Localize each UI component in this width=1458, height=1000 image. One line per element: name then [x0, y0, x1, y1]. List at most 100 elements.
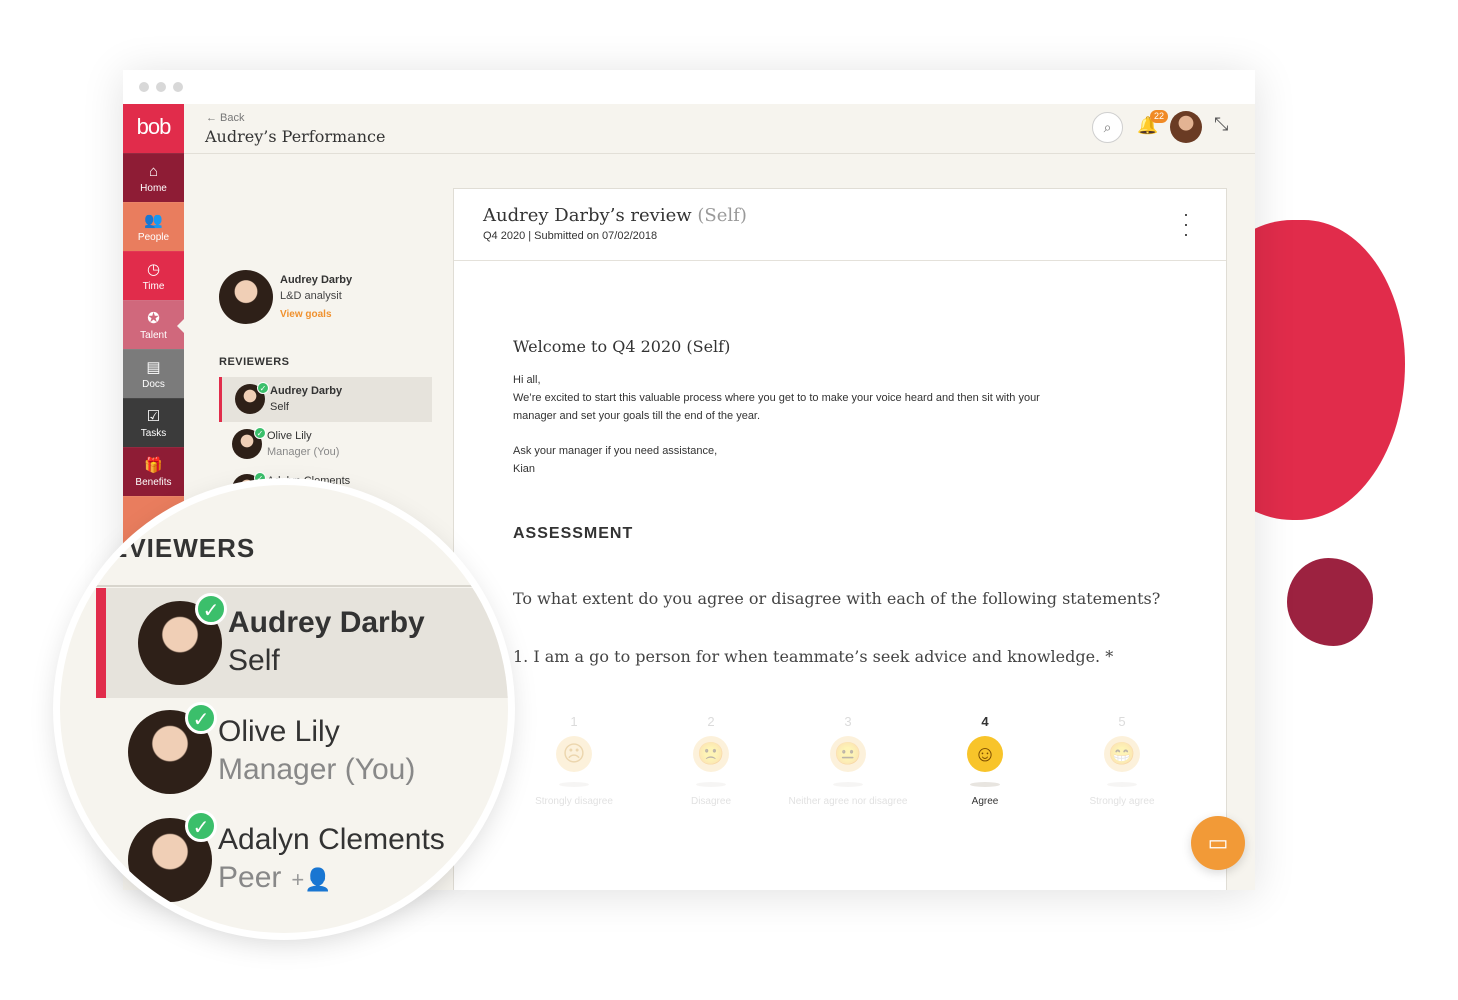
decorative-blob-small	[1287, 558, 1373, 646]
rating-number: 5	[1118, 714, 1126, 729]
page-title: Audrey’s Performance	[205, 127, 386, 146]
add-person-icon[interactable]: +👤	[291, 867, 331, 892]
rating-option[interactable]: 1 ☹ Strongly disagree	[514, 714, 634, 808]
profile-avatar	[219, 270, 273, 324]
assessment-question: To what extent do you agree or disagree …	[513, 589, 1161, 608]
check-icon: ✓	[195, 593, 227, 625]
nav-item-label: Talent	[140, 330, 167, 341]
nav-item-time[interactable]: ◷ Time	[123, 251, 184, 300]
chat-icon[interactable]: ▭	[1191, 816, 1245, 870]
profile-name: Audrey Darby	[280, 274, 353, 286]
check-icon: ✓	[254, 472, 266, 484]
nav-item-docs[interactable]: ▤ Docs	[123, 349, 184, 398]
reviewer-name: Audrey Darby	[270, 385, 343, 397]
rating-label: Strongly disagree	[535, 796, 613, 807]
intro-greeting: Hi all,	[513, 374, 541, 386]
review-subtitle: Q4 2020 | Submitted on 07/02/2018	[483, 230, 658, 242]
view-goals-link[interactable]: View goals	[280, 309, 332, 320]
docs-icon: ▤	[146, 359, 161, 376]
intro-line: We’re excited to start this valuable pro…	[513, 392, 1040, 404]
rating-label: Agree	[971, 796, 999, 807]
window-dot[interactable]	[173, 82, 183, 92]
reviewer-role-text: Peer	[218, 861, 282, 894]
magnified-reviewer-row[interactable]: ✓ Adalyn Clements Peer +👤	[96, 805, 508, 915]
window-dot[interactable]	[139, 82, 149, 92]
rating-number: 3	[844, 714, 852, 729]
bob-logo[interactable]: bob	[123, 104, 184, 153]
rating-label: Disagree	[690, 796, 732, 807]
intro-line: Ask your manager if you need assistance,	[513, 445, 718, 457]
magnified-reviewers-heading: EVIEWERS	[110, 533, 256, 563]
face-shadow	[559, 782, 589, 787]
nav-item-talent[interactable]: ✪ Talent	[123, 300, 185, 349]
nav-item-home[interactable]: ⌂ Home	[123, 153, 184, 202]
clock-icon: ◷	[146, 261, 161, 278]
intro-signature: Kian	[513, 463, 536, 475]
divider	[95, 585, 508, 587]
search-icon[interactable]: ⌕	[1092, 112, 1123, 143]
sad-face-icon: 🙁	[693, 736, 729, 772]
review-card-header: Audrey Darby’s review (Self) Q4 2020 | S…	[454, 189, 1226, 261]
window-dot[interactable]	[156, 82, 166, 92]
collapse-icon[interactable]: ⤡	[1214, 114, 1228, 135]
nav-item-tasks[interactable]: ☑ Tasks	[123, 398, 184, 447]
rating-option-selected[interactable]: 4 ☺ Agree	[925, 714, 1045, 808]
reviewer-name: Olive Lily	[218, 715, 340, 748]
rating-option[interactable]: 2 🙁 Disagree	[651, 714, 771, 808]
profile-role: L&D analysit	[280, 290, 342, 302]
magnified-reviewer-row[interactable]: ✓ Audrey Darby Self	[96, 588, 508, 698]
people-icon: 👥	[144, 212, 163, 229]
reviewer-row[interactable]: ✓ Audrey Darby Self	[219, 377, 432, 422]
reviewer-role: Manager (You)	[218, 753, 416, 786]
nav-item-benefits[interactable]: 🎁 Benefits	[123, 447, 184, 496]
gift-icon: 🎁	[144, 457, 163, 474]
reviewer-row[interactable]: ✓ Olive Lily Manager (You)	[219, 422, 432, 467]
home-icon: ⌂	[148, 163, 159, 180]
reviewer-name: Audrey Darby	[228, 606, 425, 639]
nav-item-label: Home	[140, 183, 167, 194]
check-icon: ✓	[185, 810, 217, 842]
reviewer-name: Adalyn Clements	[218, 823, 445, 856]
check-icon: ✓	[185, 702, 217, 734]
rating-option[interactable]: 5 😁 Strongly agree	[1062, 714, 1182, 808]
review-card: Audrey Darby’s review (Self) Q4 2020 | S…	[453, 188, 1227, 890]
rating-scale: 1 ☹ Strongly disagree 2 🙁 Disagree 3 😐 N…	[514, 714, 1204, 834]
rating-label: Neither agree nor disagree	[788, 796, 908, 807]
nav-item-label: Tasks	[140, 428, 167, 439]
magnified-reviewer-row[interactable]: ✓ Olive Lily Manager (You)	[96, 697, 508, 807]
rating-option[interactable]: 3 😐 Neither agree nor disagree	[788, 714, 908, 808]
window-titlebar	[123, 70, 1255, 104]
nav-item-label: People	[137, 232, 170, 243]
user-avatar[interactable]	[1170, 111, 1202, 143]
rating-number: 1	[570, 714, 578, 729]
statement-text: 1. I am a go to person for when teammate…	[513, 647, 1114, 666]
rating-number: 4	[981, 714, 989, 729]
nav-item-label: Docs	[142, 379, 165, 390]
review-title-suffix: (Self)	[697, 205, 747, 226]
check-icon: ✓	[257, 382, 269, 394]
window-controls	[139, 82, 183, 92]
nav-item-label: Benefits	[135, 477, 172, 488]
reviewer-role: Manager (You)	[267, 446, 340, 458]
rating-number: 2	[707, 714, 715, 729]
talent-icon: ✪	[147, 310, 160, 327]
face-shadow	[833, 782, 863, 787]
review-title-text: Audrey Darby’s review	[483, 205, 692, 226]
welcome-heading: Welcome to Q4 2020 (Self)	[513, 337, 731, 356]
nav-item-label: Time	[142, 281, 165, 292]
grin-face-icon: 😁	[1104, 736, 1140, 772]
rating-label: Strongly agree	[1089, 796, 1155, 807]
face-shadow	[1107, 782, 1137, 787]
face-shadow	[970, 782, 1000, 787]
reviewers-heading: REVIEWERS	[219, 356, 290, 368]
back-link[interactable]: ← Back	[206, 112, 245, 124]
page-header: ← Back Audrey’s Performance ⌕ 🔔 22 ⤡	[184, 104, 1255, 154]
nav-item-people[interactable]: 👥 People	[123, 202, 184, 251]
reviewers-magnifier: EVIEWERS ✓ Audrey Darby Self ✓ Olive Lil…	[60, 485, 508, 933]
more-options-icon[interactable]: · · ·	[1183, 205, 1189, 243]
reviewer-name: Olive Lily	[267, 430, 312, 442]
reviewer-role: Self	[270, 401, 289, 413]
tasks-icon: ☑	[146, 408, 161, 425]
neutral-face-icon: 😐	[830, 736, 866, 772]
intro-line: manager and set your goals till the end …	[513, 410, 761, 422]
